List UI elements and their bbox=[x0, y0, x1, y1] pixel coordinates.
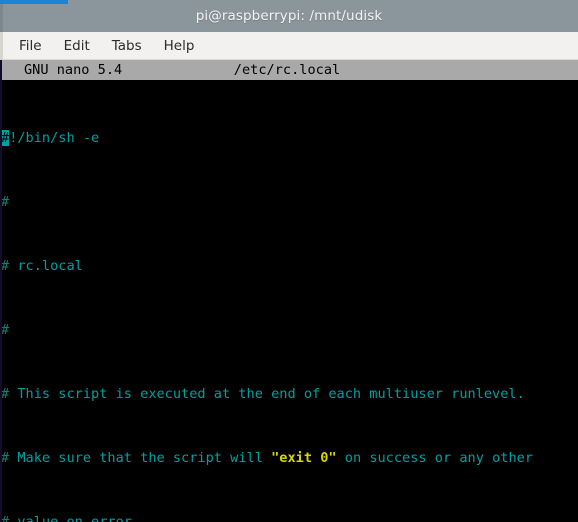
menu-item-help[interactable]: Help bbox=[153, 36, 206, 56]
menu-item-file[interactable]: File bbox=[8, 36, 53, 56]
terminal-window: pi@raspberrypi: /mnt/udisk File Edit Tab… bbox=[0, 0, 578, 522]
code-line: # bbox=[1, 322, 10, 338]
nano-filename-label: /etc/rc.local bbox=[233, 62, 341, 78]
code-line: # value on error. bbox=[1, 514, 141, 522]
code-line: # This script is executed at the end of … bbox=[1, 386, 525, 402]
code-line: #!/bin/sh -e bbox=[1, 130, 100, 146]
window-title: pi@raspberrypi: /mnt/udisk bbox=[195, 8, 383, 24]
titlebar-edge-accent bbox=[0, 0, 3, 32]
titlebar-accent-stripe bbox=[0, 0, 68, 4]
nano-header-bar: GNU nano 5.4 /etc/rc.local bbox=[0, 60, 578, 80]
nano-text-buffer[interactable]: #!/bin/sh -e # # rc.local # # This scrip… bbox=[0, 80, 578, 522]
menubar: File Edit Tabs Help bbox=[0, 32, 578, 60]
menu-item-edit[interactable]: Edit bbox=[53, 36, 101, 56]
terminal-left-edge bbox=[0, 60, 2, 522]
window-titlebar[interactable]: pi@raspberrypi: /mnt/udisk bbox=[0, 0, 578, 32]
code-line: # Make sure that the script will "exit 0… bbox=[1, 450, 533, 466]
terminal-body[interactable]: GNU nano 5.4 /etc/rc.local #!/bin/sh -e … bbox=[0, 60, 578, 522]
code-line: # rc.local bbox=[1, 258, 83, 274]
menu-item-tabs[interactable]: Tabs bbox=[101, 36, 153, 56]
text-cursor: # bbox=[1, 130, 10, 146]
code-line: # bbox=[1, 194, 10, 210]
